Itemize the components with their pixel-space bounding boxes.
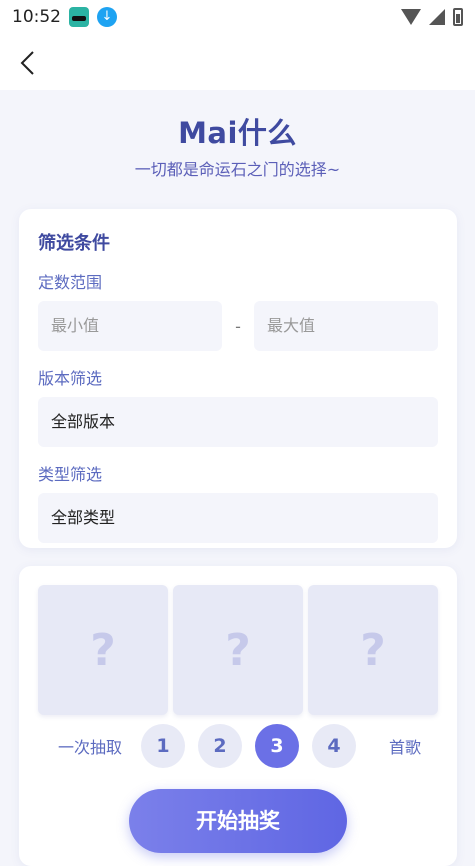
app-bar	[0, 34, 475, 90]
download-icon: ↓	[97, 7, 117, 27]
result-slot: ?	[308, 585, 438, 715]
min-value-input[interactable]: 最小值	[38, 301, 222, 351]
start-draw-button[interactable]: 开始抽奖	[129, 789, 347, 853]
range-row: 最小值 - 最大值	[38, 301, 438, 351]
count-suffix-label: 首歌	[389, 738, 422, 757]
app-icon	[69, 7, 89, 27]
back-button[interactable]	[14, 48, 44, 78]
range-separator: -	[235, 316, 241, 336]
count-selector: 一次抽取 1 2 3 4 首歌	[38, 724, 438, 768]
count-option-3[interactable]: 3	[255, 724, 300, 768]
chevron-left-icon	[20, 51, 34, 75]
version-select[interactable]: 全部版本	[38, 397, 438, 447]
filter-card: 筛选条件 定数范围 最小值 - 最大值 版本筛选 全部版本 类型筛选 全部类型	[19, 209, 457, 548]
status-bar: 10:52 ↓	[0, 0, 475, 34]
filter-title: 筛选条件	[38, 233, 110, 254]
result-slot: ?	[38, 585, 168, 715]
wifi-icon	[401, 9, 421, 25]
result-slots: ? ? ?	[38, 585, 438, 715]
type-select[interactable]: 全部类型	[38, 493, 438, 543]
version-label: 版本筛选	[38, 369, 103, 388]
max-value-input[interactable]: 最大值	[254, 301, 438, 351]
page-header: Mai什么 一切都是命运石之门的选择~	[0, 110, 475, 180]
page-subtitle: 一切都是命运石之门的选择~	[134, 160, 341, 179]
page-title: Mai什么	[178, 116, 297, 150]
count-option-4[interactable]: 4	[312, 724, 357, 768]
signal-icon	[429, 9, 445, 25]
count-option-2[interactable]: 2	[198, 724, 243, 768]
draw-card: ? ? ? 一次抽取 1 2 3 4 首歌 开始抽奖	[19, 566, 457, 866]
range-label: 定数范围	[38, 273, 103, 292]
count-option-1[interactable]: 1	[141, 724, 186, 768]
count-label: 一次抽取	[58, 738, 123, 757]
battery-icon	[453, 8, 463, 26]
status-time: 10:52	[12, 7, 61, 27]
status-indicators	[401, 8, 463, 26]
type-label: 类型筛选	[38, 465, 103, 484]
result-slot: ?	[173, 585, 303, 715]
